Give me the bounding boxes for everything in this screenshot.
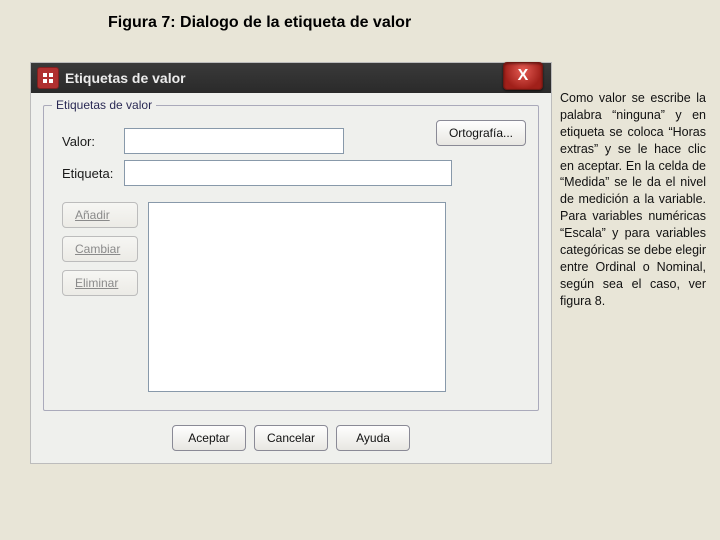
groupbox-etiquetas: Etiquetas de valor Valor: Etiqueta: Orto… [43,105,539,411]
figure-caption: Figura 7: Dialogo de la etiqueta de valo… [108,14,411,32]
etiqueta-input[interactable] [124,160,452,186]
groupbox-legend: Etiquetas de valor [52,98,156,112]
cancelar-button[interactable]: Cancelar [254,425,328,451]
dialog-bottom-buttons: Aceptar Cancelar Ayuda [31,425,551,451]
window-title: Etiquetas de valor [65,70,186,86]
dialog-body: Etiquetas de valor Valor: Etiqueta: Orto… [31,93,551,463]
titlebar[interactable]: Etiquetas de valor X [31,63,551,94]
side-buttons: Añadir Cambiar Eliminar [62,202,138,304]
eliminar-button[interactable]: Eliminar [62,270,138,296]
ortografia-wrap: Ortografía... [436,120,526,146]
cambiar-button[interactable]: Cambiar [62,236,138,262]
row-etiqueta: Etiqueta: [62,160,452,186]
valor-input[interactable] [124,128,344,154]
ayuda-button[interactable]: Ayuda [336,425,410,451]
app-icon [37,67,59,89]
label-valor: Valor: [62,134,124,149]
anadir-button[interactable]: Añadir [62,202,138,228]
close-button[interactable]: X [503,62,543,90]
ortografia-button[interactable]: Ortografía... [436,120,526,146]
window-controls: X [501,59,545,93]
value-labels-listbox[interactable] [148,202,446,392]
dialog-window: Etiquetas de valor X Etiquetas de valor … [30,62,552,464]
row-valor: Valor: [62,128,344,154]
explanation-text: Como valor se escribe la palabra “ningun… [560,90,706,309]
label-etiqueta: Etiqueta: [62,166,124,181]
aceptar-button[interactable]: Aceptar [172,425,246,451]
